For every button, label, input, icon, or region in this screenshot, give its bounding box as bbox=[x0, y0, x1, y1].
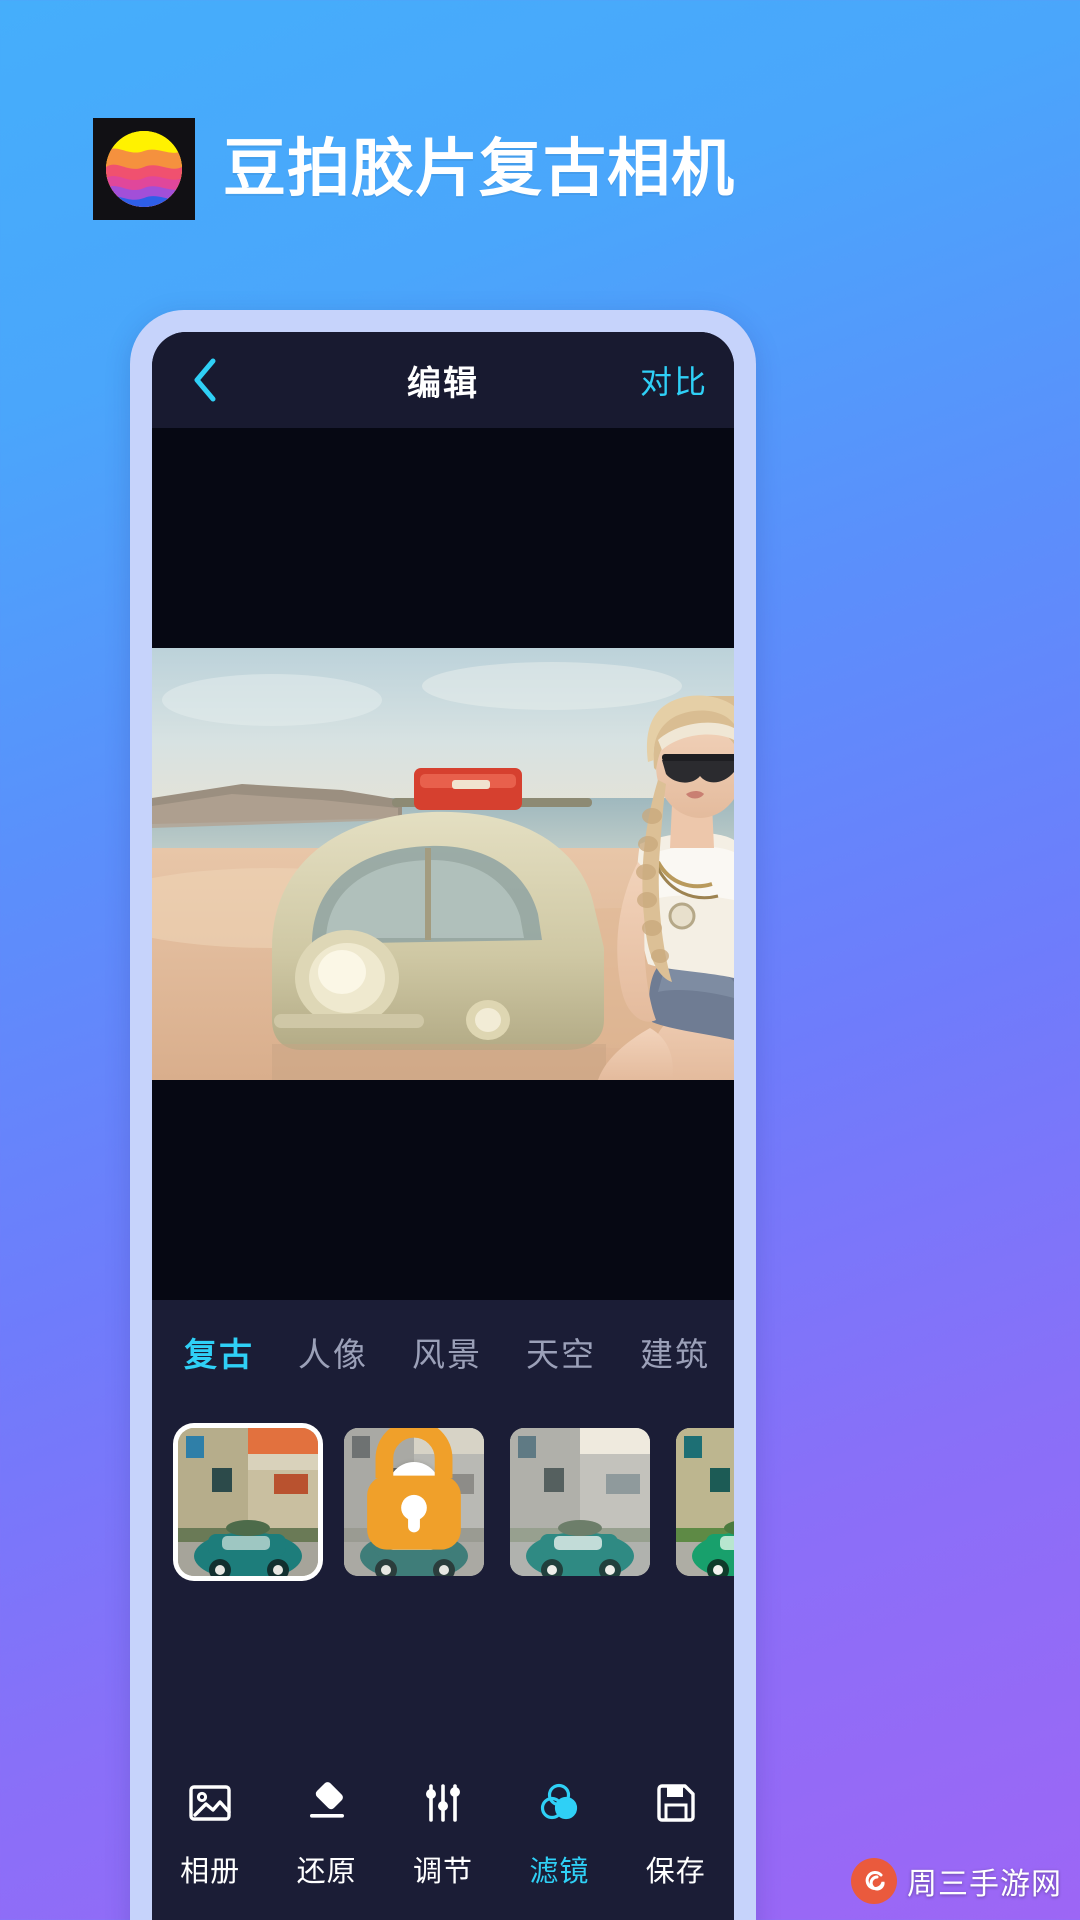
sliders-icon bbox=[420, 1776, 466, 1830]
watermark-text: 周三手游网 bbox=[907, 1868, 1062, 1901]
app-logo-icon bbox=[93, 118, 195, 220]
sunset-disc-icon bbox=[106, 131, 182, 207]
filter-category-tab-1[interactable]: 人像 bbox=[298, 1328, 368, 1376]
toolbar-label-filter: 滤镜 bbox=[529, 1856, 590, 1888]
save-icon bbox=[653, 1776, 699, 1830]
filter-category-tab-2[interactable]: 风景 bbox=[412, 1328, 482, 1376]
filter-thumb-0[interactable] bbox=[178, 1428, 318, 1576]
filter-panel: 复古 人像 风景 天空 建筑 美食 艺术 美 bbox=[152, 1300, 734, 1920]
toolbar-item-album[interactable]: 相册 bbox=[158, 1776, 262, 1890]
preview-photo bbox=[152, 648, 734, 1080]
toolbar-label-restore: 还原 bbox=[296, 1856, 357, 1888]
site-watermark: 周三手游网 bbox=[851, 1858, 1062, 1904]
photo-canvas[interactable] bbox=[152, 428, 734, 1300]
compare-button[interactable]: 对比 bbox=[640, 357, 708, 403]
toolbar-item-filter[interactable]: 滤镜 bbox=[507, 1776, 611, 1890]
filter-lock-badge bbox=[367, 1428, 461, 1550]
branding-header: 豆拍胶片复古相机 bbox=[93, 118, 735, 220]
phone-screen: 编辑 对比 复古 人像 风景 天空 建筑 相册 还原 调节 滤镜 保存 bbox=[152, 332, 734, 1920]
filter-thumb-2[interactable] bbox=[510, 1428, 650, 1576]
filter-category-tab-0[interactable]: 复古 bbox=[184, 1328, 254, 1376]
filter-category-tabs[interactable]: 复古 人像 风景 天空 建筑 美食 艺术 美 bbox=[152, 1300, 734, 1404]
panel-spacer bbox=[152, 1600, 734, 1742]
toolbar-item-save[interactable]: 保存 bbox=[624, 1776, 728, 1890]
app-top-bar: 编辑 对比 bbox=[152, 332, 734, 428]
filter-thumb-1[interactable] bbox=[344, 1428, 484, 1576]
phone-mockup: 编辑 对比 复古 人像 风景 天空 建筑 相册 还原 调节 滤镜 保存 bbox=[130, 310, 756, 1920]
toolbar-label-adjust: 调节 bbox=[412, 1856, 473, 1888]
filter-category-tab-3[interactable]: 天空 bbox=[526, 1328, 596, 1376]
filter-thumbnail-row[interactable] bbox=[152, 1404, 734, 1600]
filter-category-tab-4[interactable]: 建筑 bbox=[640, 1328, 710, 1376]
lock-icon bbox=[344, 1428, 484, 1562]
back-button[interactable] bbox=[178, 353, 232, 407]
toolbar-item-adjust[interactable]: 调节 bbox=[391, 1776, 495, 1890]
toolbar-label-album: 相册 bbox=[180, 1856, 241, 1888]
eraser-icon bbox=[304, 1776, 350, 1830]
chevron-left-icon bbox=[191, 356, 219, 404]
image-icon bbox=[187, 1776, 233, 1830]
filter-thumb-3[interactable] bbox=[676, 1428, 734, 1576]
app-name-title: 豆拍胶片复古相机 bbox=[223, 133, 735, 204]
spiral-icon bbox=[851, 1858, 897, 1904]
toolbar-item-restore[interactable]: 还原 bbox=[275, 1776, 379, 1890]
toolbar-label-save: 保存 bbox=[645, 1856, 706, 1888]
filter-circles-icon bbox=[536, 1776, 582, 1830]
bottom-toolbar: 相册 还原 调节 滤镜 保存 bbox=[152, 1742, 734, 1920]
